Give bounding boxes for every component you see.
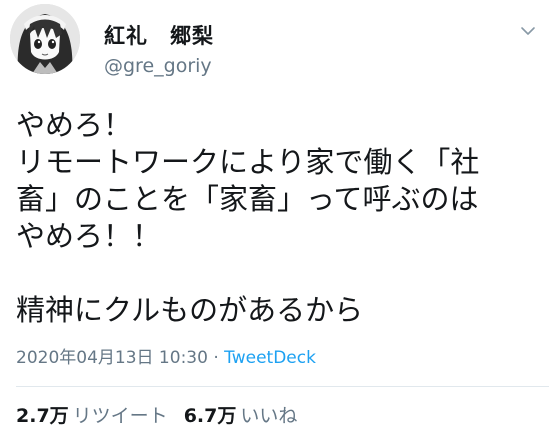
tweet-line: 畜」のことを「家畜」って呼ぶのは [16,182,479,216]
tweet-line: 精神にクルものがあるから [16,293,364,327]
like-count: 6.7万 [183,405,237,427]
tweet-timestamp[interactable]: 2020年04月13日 10:30 [16,348,208,368]
retweet-stat[interactable]: 2.7万 リツイート [16,405,168,427]
like-stat[interactable]: 6.7万 いいね [184,405,298,427]
tweet-meta: 2020年04月13日 10:30 · TweetDeck [16,343,316,368]
retweet-label: リツイート [72,405,168,427]
tweet-source-link[interactable]: TweetDeck [224,348,316,368]
tweet-stats: 2.7万 リツイート 6.7万 いいね [16,401,297,428]
avatar-illustration [10,4,80,74]
retweet-count: 2.7万 [16,405,69,427]
avatar[interactable] [10,4,80,74]
tweet-line: リモートワークにより家で働く「社 [16,145,480,179]
user-handle[interactable]: @gre_goriy [104,55,212,77]
divider [16,386,549,387]
tweet-line: やめろ！！ [16,219,162,253]
like-label: いいね [240,405,298,427]
tweet-text: やめろ！ リモートワークにより家で働く「社 畜」のことを「家畜」って呼ぶのは や… [16,107,479,329]
display-name[interactable]: 紅礼 郷梨 [104,20,214,50]
chevron-down-icon[interactable] [519,22,537,40]
tweet-line: やめろ！ [16,108,133,142]
meta-separator: · [207,348,225,368]
